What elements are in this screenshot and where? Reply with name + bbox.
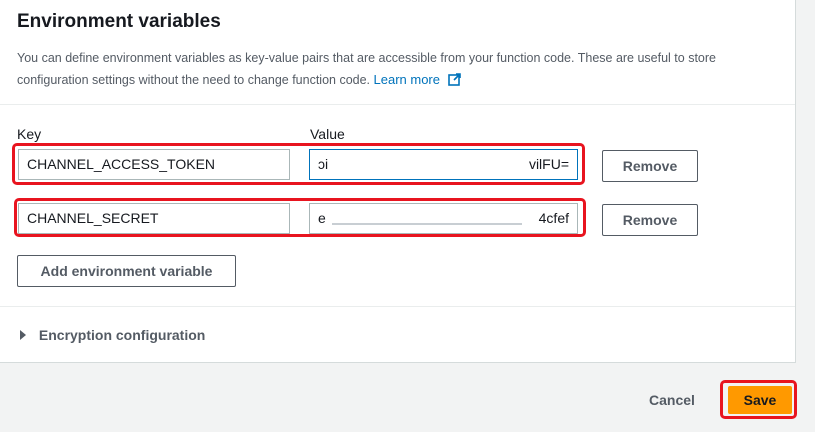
- cancel-button[interactable]: Cancel: [635, 384, 709, 416]
- section-title: Environment variables: [17, 11, 221, 32]
- cancel-label: Cancel: [649, 392, 695, 408]
- environment-variables-panel: Environment variables You can define env…: [0, 0, 796, 363]
- add-button-label: Add environment variable: [40, 263, 213, 279]
- remove-button-1-label: Remove: [622, 158, 678, 174]
- remove-button-2[interactable]: Remove: [602, 204, 698, 236]
- divider: [0, 104, 795, 105]
- remove-button-2-label: Remove: [622, 212, 678, 228]
- encryption-configuration-toggle[interactable]: Encryption configuration: [19, 327, 205, 343]
- description-text: You can define environment variables as …: [17, 51, 716, 87]
- highlight-box-row-1: [12, 143, 585, 185]
- key-column-label: Key: [17, 126, 42, 142]
- highlight-box-row-2: [14, 198, 586, 237]
- remove-button-1[interactable]: Remove: [602, 150, 698, 182]
- caret-right-icon: [20, 330, 26, 340]
- external-link-icon: [447, 73, 461, 86]
- learn-more-label: Learn more: [373, 72, 440, 87]
- encryption-configuration-label: Encryption configuration: [38, 327, 206, 343]
- section-description: You can define environment variables as …: [17, 48, 787, 91]
- add-environment-variable-button[interactable]: Add environment variable: [17, 255, 236, 287]
- divider: [0, 306, 795, 307]
- value-column-label: Value: [310, 126, 345, 142]
- highlight-box-save: [720, 380, 797, 419]
- learn-more-link[interactable]: Learn more: [374, 72, 461, 87]
